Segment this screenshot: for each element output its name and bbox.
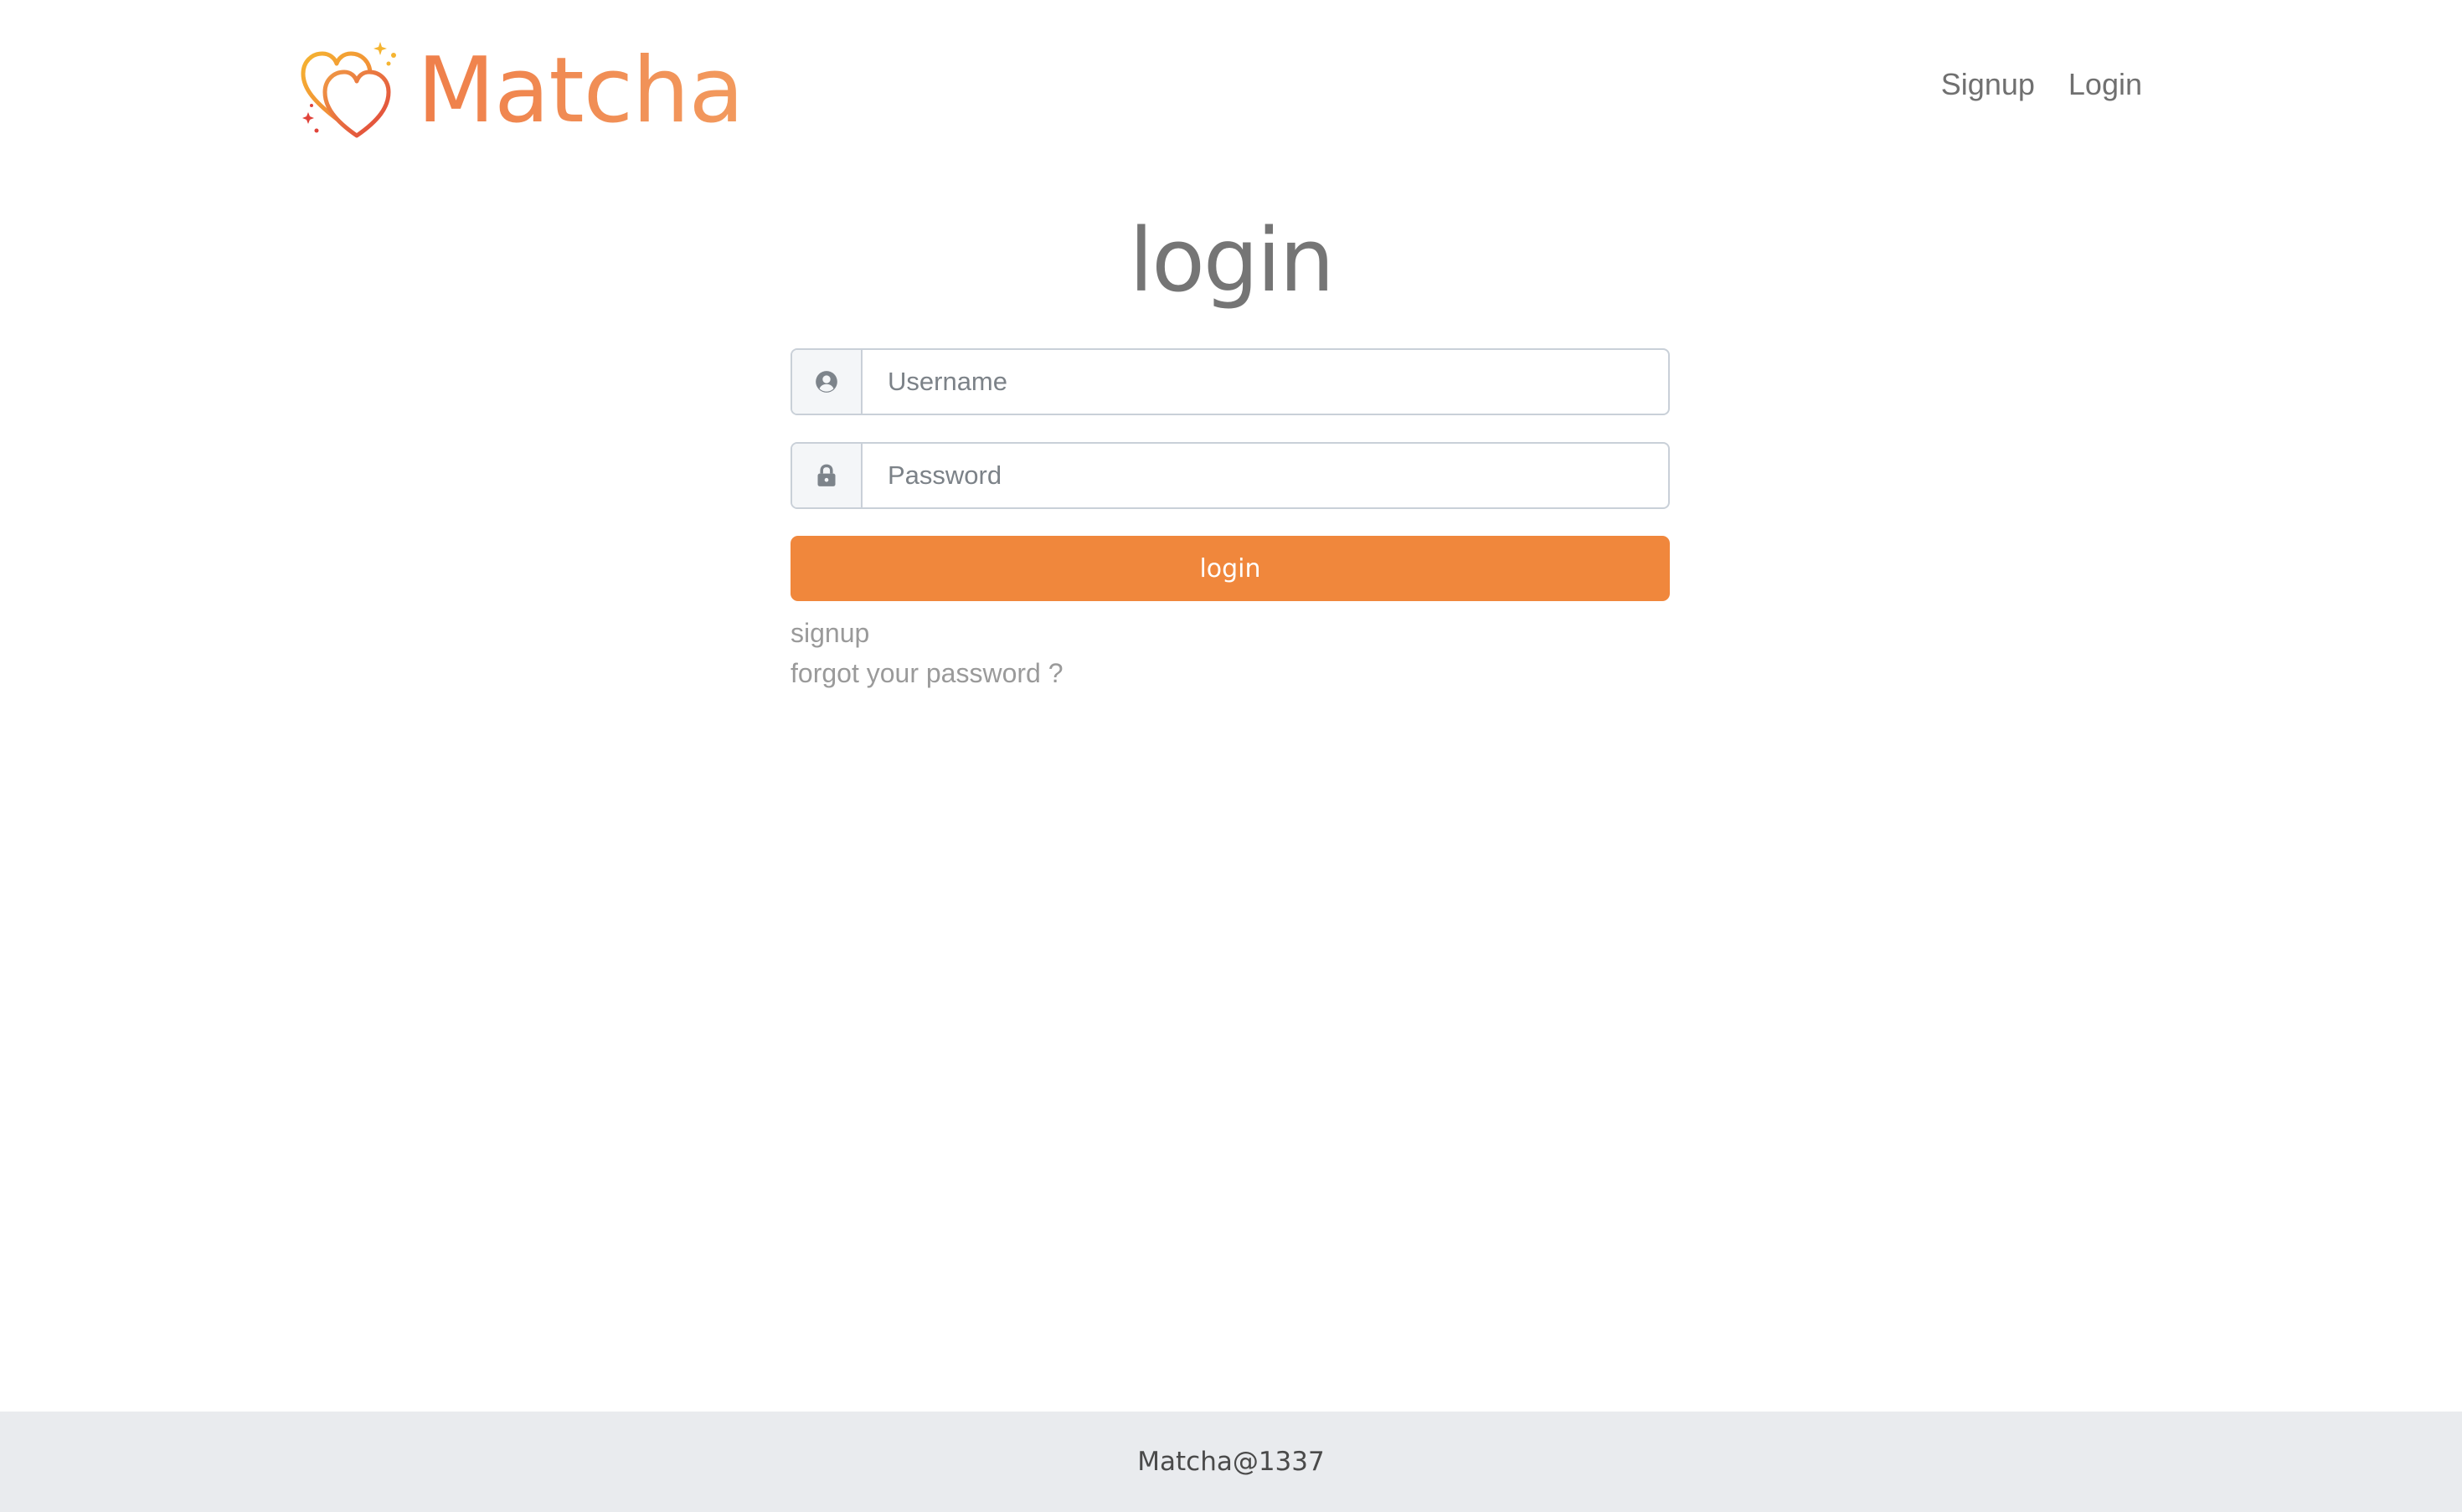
footer-text: Matcha@1337	[1137, 1447, 1325, 1477]
password-field	[791, 442, 1670, 509]
login-page: Matcha Signup Login login Username login…	[0, 0, 2462, 1512]
nav-login-link[interactable]: Login	[2068, 67, 2142, 102]
password-input[interactable]	[863, 444, 1668, 507]
password-addon	[792, 444, 863, 507]
signup-link[interactable]: signup	[791, 618, 869, 649]
brand-logo[interactable]: Matcha	[298, 37, 744, 146]
double-heart-logo-icon	[301, 42, 396, 138]
user-circle-icon	[816, 371, 837, 393]
footer: Matcha@1337	[0, 1412, 2462, 1512]
header: Matcha Signup Login	[0, 0, 2462, 176]
lock-icon	[817, 464, 836, 486]
username-input[interactable]	[863, 350, 1668, 414]
brand-name: Matcha	[417, 37, 744, 146]
login-button[interactable]: login	[791, 536, 1670, 601]
username-field	[791, 348, 1670, 415]
nav-signup-link[interactable]: Signup	[1941, 67, 2035, 102]
top-nav: Signup Login	[1941, 67, 2142, 102]
forgot-password-link[interactable]: forgot your password ?	[791, 658, 1064, 689]
page-title: login	[1129, 209, 1334, 311]
username-addon	[792, 350, 863, 414]
